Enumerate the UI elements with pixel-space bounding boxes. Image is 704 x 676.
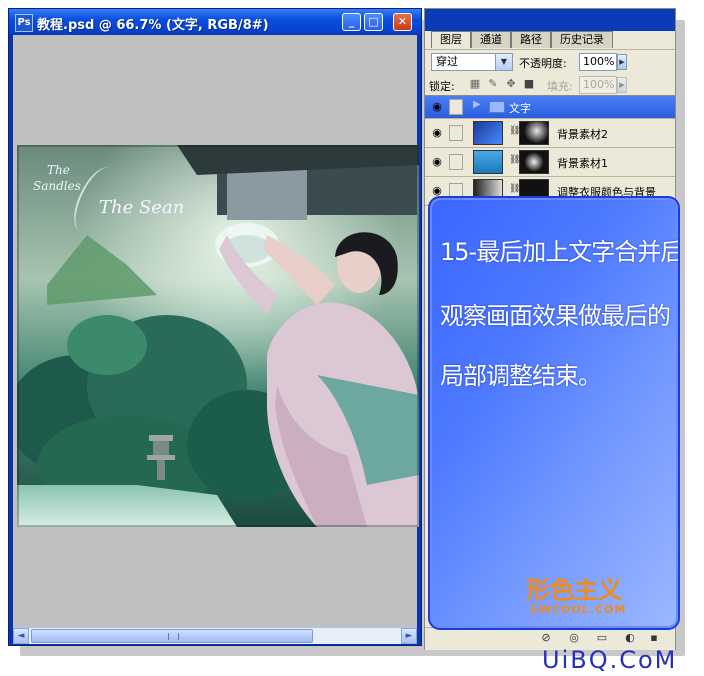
layer-name: 文字 xyxy=(509,102,531,115)
photo-text-sandles: Sandles xyxy=(33,179,81,193)
scroll-grip-icon xyxy=(168,633,179,640)
lock-brush-icon[interactable]: ✎ xyxy=(487,78,499,90)
document-title: 教程.psd @ 66.7% (文字, RGB/8#) xyxy=(37,18,269,33)
tutorial-callout: 15-最后加上文字合并后 观察画面效果做最后的 局部调整结束。 形色主义 SWC… xyxy=(428,196,680,630)
mask-thumbnail xyxy=(519,150,549,174)
adjustment-icon[interactable]: ◐ xyxy=(623,631,637,645)
canvas-area[interactable]: The Sandles The Sean xyxy=(13,35,419,627)
layer-list: ◉ ▶ 文字 ◉ ⛓ 背景素材2 ◉ ⛓ 背景素材1 ◉ ⛓ 调整衣服颜色与背景 xyxy=(425,96,675,206)
horizontal-scrollbar[interactable]: ◄ ► xyxy=(13,627,417,644)
opacity-slider-button[interactable]: ▶ xyxy=(617,54,627,70)
blend-opacity-row: 穿过 ▼ 不透明度: 100% ▶ xyxy=(425,49,675,76)
fill-field[interactable]: 100% xyxy=(579,76,617,94)
photoshop-icon: Ps xyxy=(15,14,33,32)
brand-url: SWCOOL.COM xyxy=(530,603,627,616)
brand-logo-text: 形色主义 xyxy=(526,575,622,604)
scroll-right-button[interactable]: ► xyxy=(401,628,417,644)
chain-icon: ⛓ xyxy=(509,126,521,136)
chain-icon: ⛓ xyxy=(509,155,521,165)
layer-name: 背景素材1 xyxy=(557,157,608,170)
lock-transparency-icon[interactable]: ▦ xyxy=(469,78,481,90)
link-toggle[interactable] xyxy=(449,125,463,141)
title-bar[interactable]: Ps 教程.psd @ 66.7% (文字, RGB/8#) _ □ ✕ xyxy=(9,9,421,35)
callout-line-3: 局部调整结束。 xyxy=(440,362,602,390)
folder-icon xyxy=(489,101,505,113)
layer-thumbnail xyxy=(473,150,503,174)
lock-move-icon[interactable]: ✥ xyxy=(505,78,517,90)
panel-header xyxy=(425,9,675,31)
close-button[interactable]: ✕ xyxy=(393,13,412,31)
fill-label: 填充: xyxy=(547,80,573,93)
opacity-field[interactable]: 100% xyxy=(579,53,617,71)
layer-row-text-group[interactable]: ◉ ▶ 文字 xyxy=(425,96,675,119)
eye-icon[interactable]: ◉ xyxy=(429,125,445,141)
layer-name: 背景素材2 xyxy=(557,128,608,141)
blend-mode-select[interactable]: 穿过 ▼ xyxy=(431,53,513,71)
layer-row-bg2[interactable]: ◉ ⛓ 背景素材2 xyxy=(425,119,675,148)
scroll-left-button[interactable]: ◄ xyxy=(13,628,29,644)
layer-row-bg1[interactable]: ◉ ⛓ 背景素材1 xyxy=(425,148,675,177)
link-layers-icon[interactable]: ⊘ xyxy=(539,631,553,645)
chevron-down-icon[interactable]: ▼ xyxy=(495,54,512,70)
document-window: Ps 教程.psd @ 66.7% (文字, RGB/8#) _ □ ✕ The… xyxy=(8,8,422,646)
photo-text-script: The Sean xyxy=(99,197,185,218)
link-toggle[interactable] xyxy=(449,99,463,115)
scroll-thumb[interactable] xyxy=(31,629,313,643)
tab-layers[interactable]: 图层 xyxy=(431,31,471,48)
maximize-button[interactable]: □ xyxy=(364,13,383,31)
minimize-button[interactable]: _ xyxy=(342,13,361,31)
opacity-label: 不透明度: xyxy=(519,57,567,70)
blend-mode-value: 穿过 xyxy=(436,55,458,68)
link-toggle[interactable] xyxy=(449,154,463,170)
layer-thumbnail xyxy=(473,121,503,145)
tab-paths[interactable]: 路径 xyxy=(511,31,551,48)
trash-icon[interactable]: ▪ xyxy=(647,631,661,645)
tab-channels[interactable]: 通道 xyxy=(471,31,511,48)
site-watermark: UiBQ.CoM xyxy=(542,646,678,674)
lock-all-icon[interactable]: ■ xyxy=(523,78,535,90)
new-group-icon[interactable]: ▭ xyxy=(595,631,609,645)
photo-text-the: The xyxy=(47,163,70,177)
expand-triangle-icon[interactable]: ▶ xyxy=(473,99,481,110)
callout-line-2: 观察画面效果做最后的 xyxy=(440,302,671,330)
eye-icon[interactable]: ◉ xyxy=(429,154,445,170)
lock-fill-row: 锁定: ▦ ✎ ✥ ■ 填充: 100% ▶ xyxy=(425,75,675,96)
tab-history[interactable]: 历史记录 xyxy=(551,31,613,48)
lock-label: 锁定: xyxy=(429,80,455,93)
canvas-image[interactable]: The Sandles The Sean xyxy=(17,145,419,527)
eye-icon[interactable]: ◉ xyxy=(429,99,445,115)
fill-slider-button[interactable]: ▶ xyxy=(617,77,627,93)
callout-line-1: 15-最后加上文字合并后 xyxy=(440,238,680,266)
mask-thumbnail xyxy=(519,121,549,145)
layer-style-icon[interactable]: ◎ xyxy=(567,631,581,645)
